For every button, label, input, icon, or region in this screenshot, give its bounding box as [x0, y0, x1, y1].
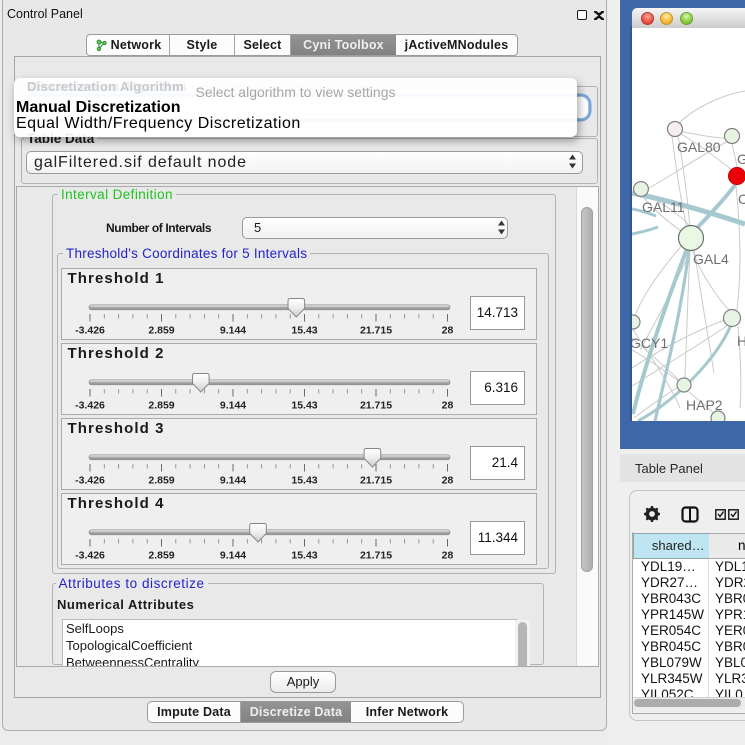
svg-text:GA: GA: [737, 151, 745, 167]
svg-text:-3.426: -3.426: [75, 325, 105, 337]
svg-text:28: 28: [442, 400, 454, 412]
svg-text:2.859: 2.859: [148, 475, 174, 487]
svg-text:21.715: 21.715: [360, 325, 392, 337]
svg-text:GAL4: GAL4: [693, 251, 729, 267]
svg-text:21.715: 21.715: [360, 475, 392, 487]
svg-text:28: 28: [442, 325, 454, 337]
svg-text:15.43: 15.43: [291, 550, 317, 562]
svg-text:2.859: 2.859: [148, 325, 174, 337]
svg-text:HAP2: HAP2: [686, 397, 723, 413]
svg-text:CY: CY: [738, 191, 745, 207]
svg-text:-3.426: -3.426: [75, 475, 105, 487]
svg-text:2.859: 2.859: [148, 550, 174, 562]
svg-text:-3.426: -3.426: [75, 550, 105, 562]
svg-text:9.144: 9.144: [220, 400, 246, 412]
svg-text:28: 28: [442, 475, 454, 487]
svg-text:9.144: 9.144: [220, 325, 246, 337]
svg-text:GAL80: GAL80: [677, 139, 721, 155]
svg-text:15.43: 15.43: [291, 400, 317, 412]
svg-text:21.715: 21.715: [360, 400, 392, 412]
svg-text:9.144: 9.144: [220, 550, 246, 562]
svg-text:GAL11: GAL11: [642, 199, 685, 215]
svg-text:28: 28: [442, 550, 454, 562]
svg-text:9.144: 9.144: [220, 475, 246, 487]
svg-text:-3.426: -3.426: [75, 400, 105, 412]
svg-text:HIS4: HIS4: [737, 333, 745, 349]
svg-text:21.715: 21.715: [360, 550, 392, 562]
svg-text:15.43: 15.43: [291, 325, 317, 337]
svg-text:15.43: 15.43: [291, 475, 317, 487]
svg-text:GCY1: GCY1: [632, 335, 668, 351]
svg-text:2.859: 2.859: [148, 400, 174, 412]
